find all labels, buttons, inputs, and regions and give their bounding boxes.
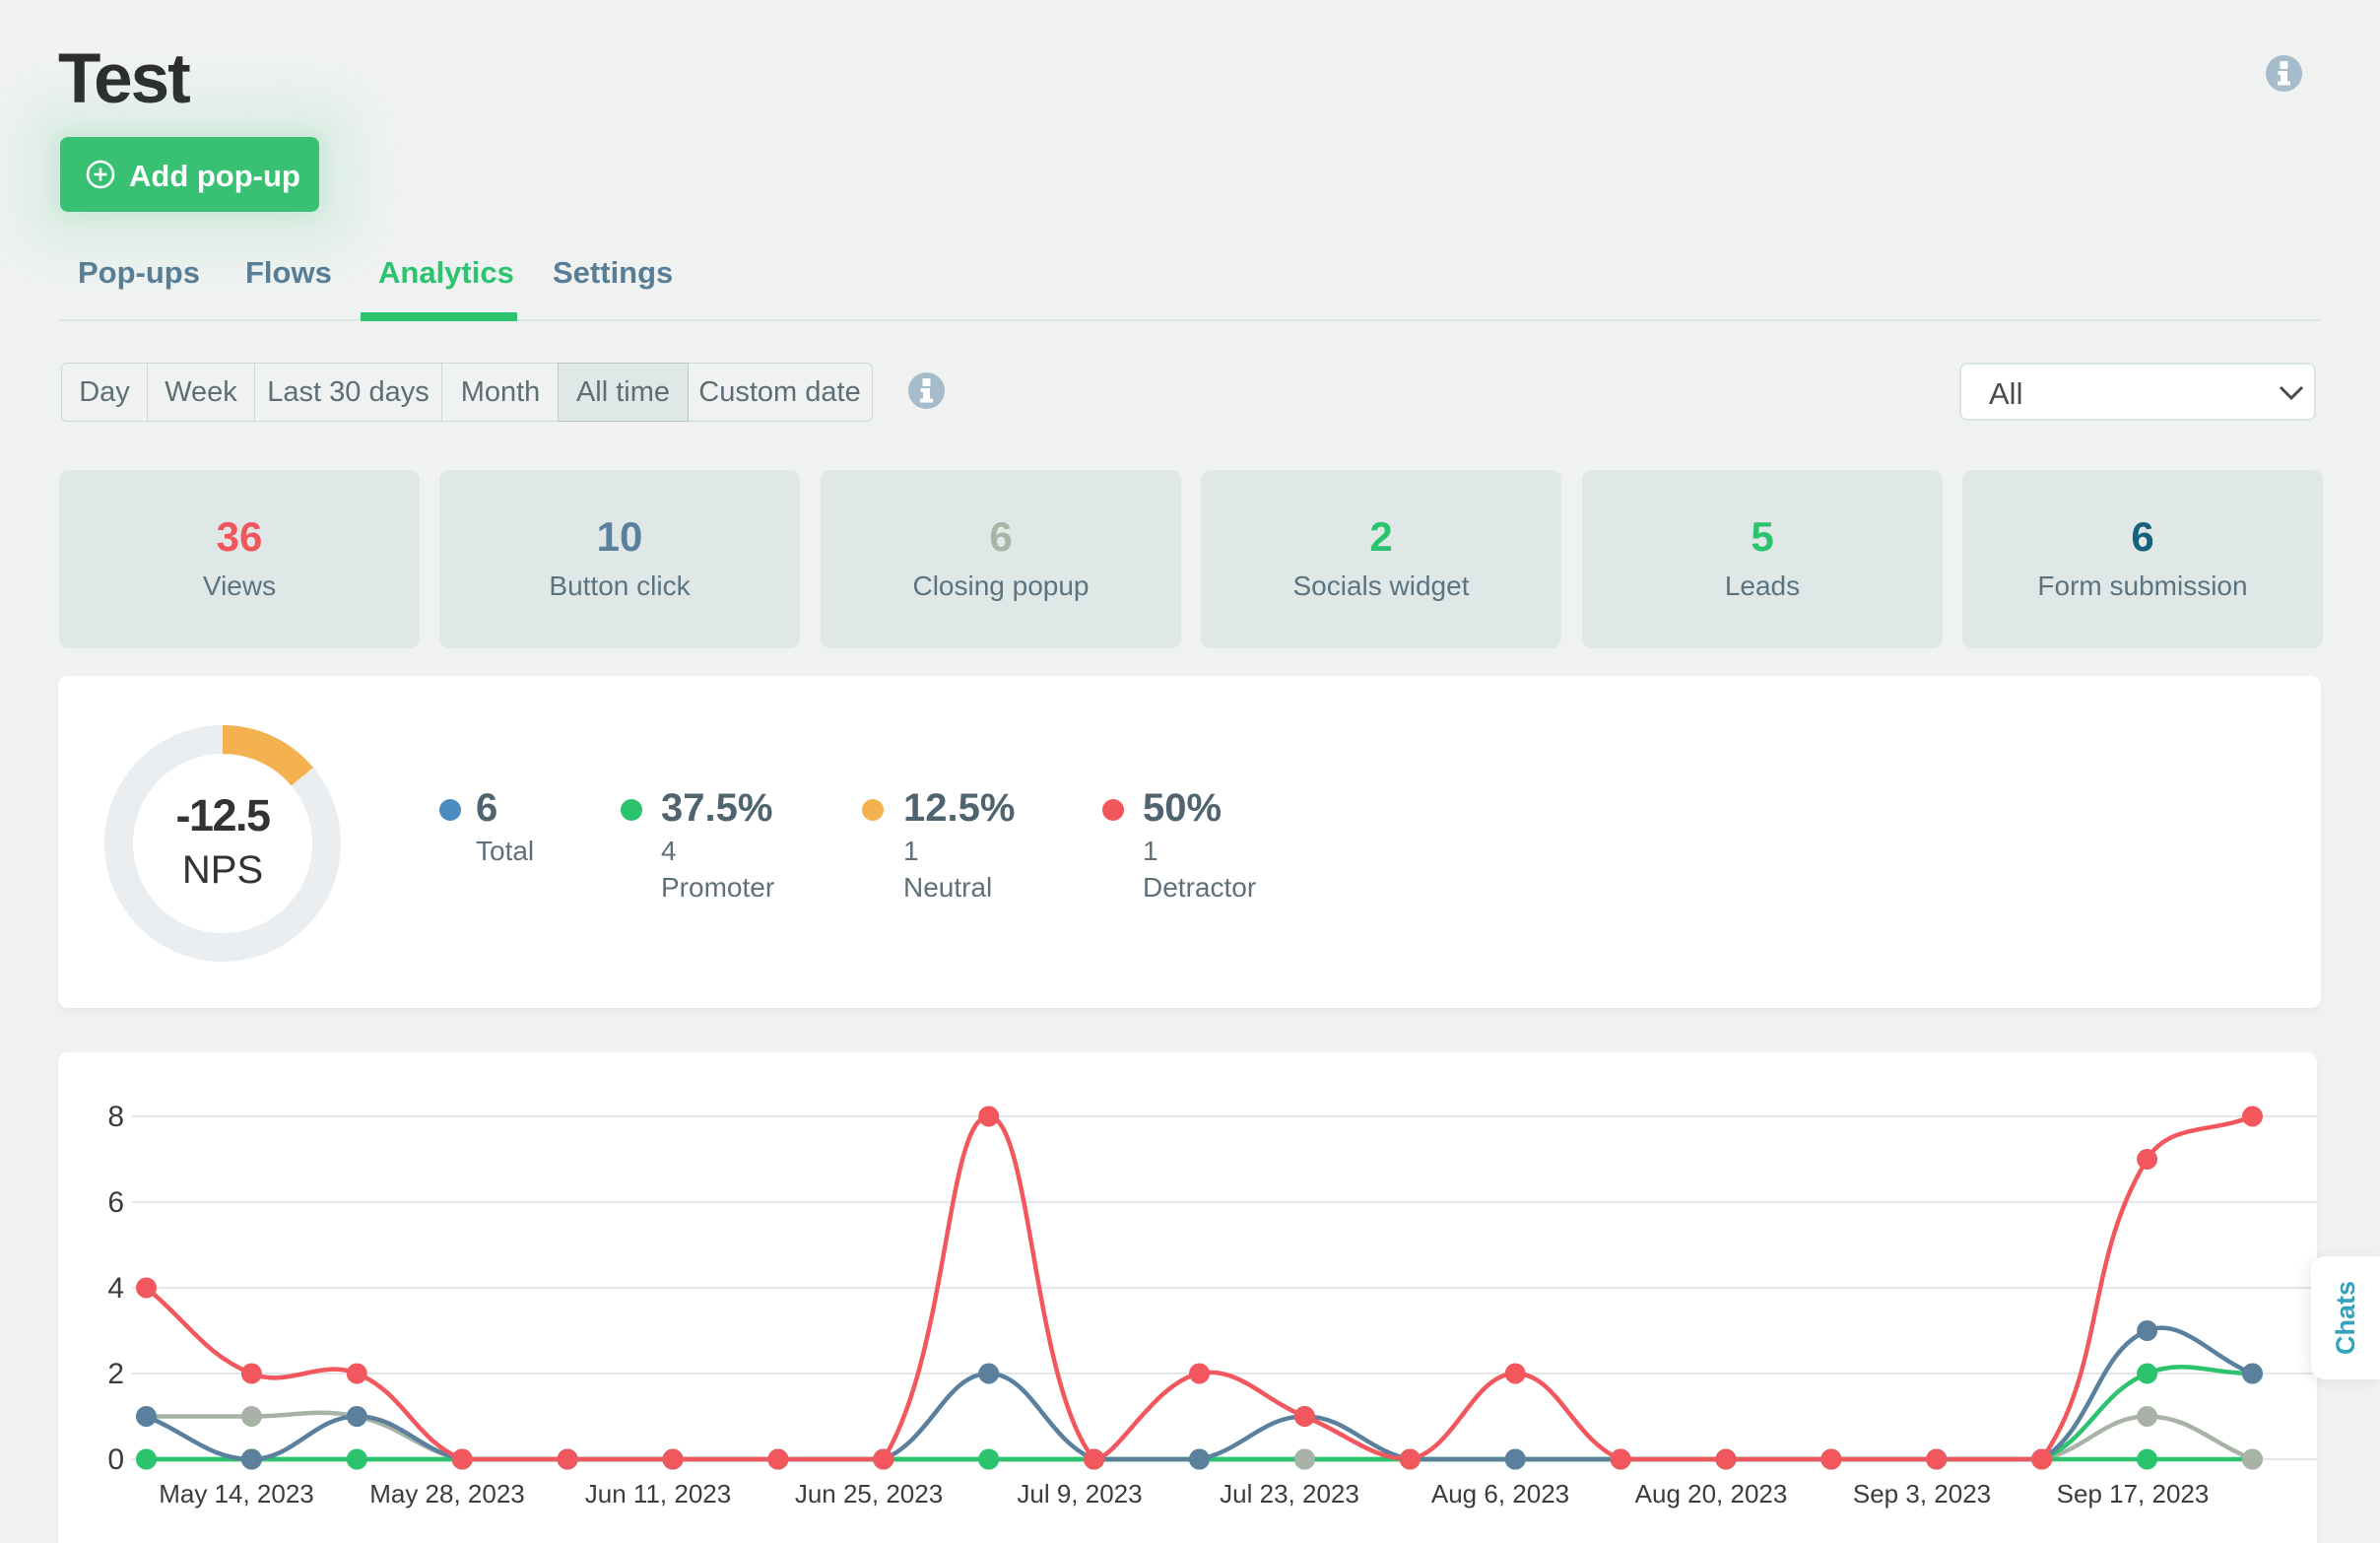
svg-text:Jun 11, 2023: Jun 11, 2023 [585, 1479, 731, 1509]
svg-text:Aug 20, 2023: Aug 20, 2023 [1635, 1479, 1788, 1509]
svg-text:Jul 23, 2023: Jul 23, 2023 [1220, 1479, 1359, 1509]
svg-text:May 28, 2023: May 28, 2023 [369, 1479, 525, 1509]
svg-text:6: 6 [107, 1186, 124, 1219]
svg-text:Aug 6, 2023: Aug 6, 2023 [1431, 1479, 1569, 1509]
svg-text:Sep 17, 2023: Sep 17, 2023 [2057, 1479, 2210, 1509]
svg-text:4: 4 [107, 1272, 124, 1305]
svg-text:Sep 3, 2023: Sep 3, 2023 [1853, 1479, 1991, 1509]
svg-text:0: 0 [107, 1443, 124, 1476]
svg-text:2: 2 [107, 1358, 124, 1390]
svg-text:Jul 9, 2023: Jul 9, 2023 [1017, 1479, 1142, 1509]
svg-text:May 14, 2023: May 14, 2023 [159, 1479, 314, 1509]
svg-text:8: 8 [107, 1101, 124, 1133]
svg-text:Jun 25, 2023: Jun 25, 2023 [795, 1479, 943, 1509]
